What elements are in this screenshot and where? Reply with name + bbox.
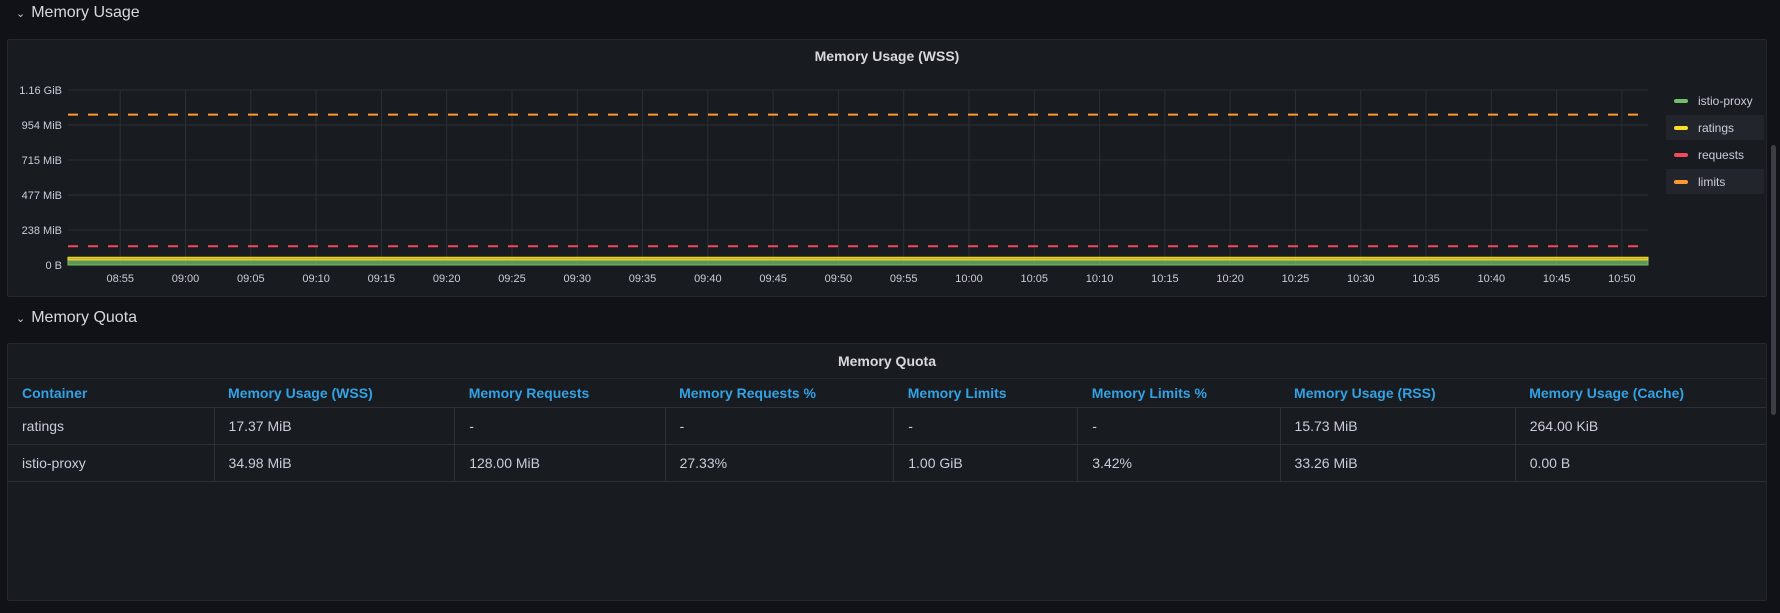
legend-item-istio-proxy[interactable]: istio-proxy: [1666, 88, 1764, 113]
x-tick-label: 10:15: [1151, 273, 1179, 285]
row-title: Memory Usage: [31, 4, 140, 21]
legend-item-ratings[interactable]: ratings: [1666, 115, 1764, 140]
x-tick-label: 09:30: [563, 273, 591, 285]
series-area-ratings: [67, 256, 1649, 261]
row-title: Memory Quota: [31, 309, 138, 326]
table-cell: 3.42%: [1077, 444, 1281, 482]
table-row: ratings 17.37 MiB - - - -15.73 MiB 264.00 KiB: [8, 407, 1766, 445]
table-cell: 15.73 MiB: [1280, 407, 1516, 445]
panel-title[interactable]: Memory Quota: [8, 353, 1766, 369]
table-cell: istio-proxy: [8, 444, 215, 482]
column-header[interactable]: Memory Requests %: [665, 378, 894, 408]
table-cell: 33.26 MiB: [1280, 444, 1516, 482]
table-cell: 128.00 MiB: [454, 444, 666, 482]
column-header[interactable]: Memory Limits: [893, 378, 1078, 408]
table-header-row: Container Memory Usage (WSS) Memory Reques…: [8, 378, 1766, 408]
legend-label: istio-proxy: [1698, 93, 1753, 108]
column-header[interactable]: Container: [8, 378, 215, 408]
x-tick-label: 10:35: [1412, 273, 1440, 285]
table-cell: -: [665, 407, 895, 445]
x-tick-label: 10:45: [1543, 273, 1571, 285]
x-tick-label: 09:15: [368, 273, 396, 285]
y-tick-label: 477 MiB: [22, 190, 62, 202]
column-header[interactable]: Memory Requests: [454, 378, 666, 408]
x-tick-label: 10:25: [1282, 273, 1310, 285]
x-tick-label: 09:10: [302, 273, 330, 285]
table-cell: 17.37 MiB: [214, 407, 456, 445]
column-header[interactable]: Memory Usage (RSS): [1280, 378, 1516, 408]
chart-legend: istio-proxy ratings requests limits: [1666, 88, 1764, 196]
page-scrollbar[interactable]: [1771, 145, 1776, 415]
legend-swatch: [1674, 152, 1688, 157]
x-tick-label: 10:30: [1347, 273, 1375, 285]
x-tick-label: 10:00: [955, 273, 983, 285]
x-tick-label: 09:00: [172, 273, 200, 285]
table-cell: -: [893, 407, 1079, 445]
chevron-down-icon: ⌄: [16, 7, 26, 20]
series-area-istio-proxy: [67, 259, 1649, 266]
x-tick-label: 09:25: [498, 273, 526, 285]
table-cell: 34.98 MiB: [214, 444, 456, 482]
legend-swatch: [1674, 98, 1688, 103]
y-tick-label: 954 MiB: [22, 120, 62, 132]
table-cell: ratings: [8, 407, 215, 445]
x-tick-label: 10:05: [1021, 273, 1049, 285]
memory-usage-wss-panel: Memory Usage (WSS) 0 B 238 MiB 477 MiB 715 …: [7, 39, 1767, 297]
legend-label: requests: [1698, 147, 1745, 162]
x-tick-label: 10:50: [1608, 273, 1636, 285]
x-tick-label: 10:10: [1086, 273, 1114, 285]
legend-item-requests[interactable]: requests: [1666, 142, 1764, 167]
column-header[interactable]: Memory Usage (WSS): [214, 378, 455, 408]
table-cell: 264.00 KiB: [1515, 407, 1766, 445]
x-tick-label: 09:40: [694, 273, 722, 285]
legend-swatch: [1674, 125, 1688, 130]
column-header[interactable]: Memory Limits %: [1077, 378, 1281, 408]
table-cell: 0.00 B: [1515, 444, 1766, 482]
x-tick-label: 10:20: [1216, 273, 1244, 285]
x-tick-label: 09:05: [237, 273, 265, 285]
legend-label: ratings: [1698, 120, 1735, 135]
memory-quota-table: Container Memory Usage (WSS) Memory Reques…: [8, 378, 1766, 482]
x-tick-label: 09:35: [629, 273, 657, 285]
memory-quota-panel: Memory Quota Container Memory Usage (WSS)…: [7, 343, 1767, 601]
legend-label: limits: [1698, 174, 1726, 189]
x-tick-label: 09:55: [890, 273, 918, 285]
y-tick-label: 715 MiB: [22, 155, 62, 167]
chevron-down-icon: ⌄: [16, 312, 26, 325]
wss-chart[interactable]: 0 B 238 MiB 477 MiB 715 MiB 954 MiB 1.16 GiB 0…: [8, 40, 1658, 298]
x-tick-label: 09:50: [825, 273, 853, 285]
y-tick-label: 238 MiB: [22, 225, 62, 237]
table-cell: -: [1077, 407, 1281, 445]
x-tick-label: 10:40: [1478, 273, 1506, 285]
y-tick-label: 0 B: [45, 260, 62, 272]
column-header[interactable]: Memory Usage (Cache): [1515, 378, 1766, 408]
y-tick-label: 1.16 GiB: [19, 85, 62, 97]
table-cell: -: [454, 407, 666, 445]
x-tick-label: 08:55: [106, 273, 134, 285]
x-tick-label: 09:20: [433, 273, 461, 285]
row-header-memory-quota[interactable]: ⌄ Memory Quota: [16, 309, 137, 327]
legend-item-limits[interactable]: limits: [1666, 169, 1764, 194]
table-cell: 1.00 GiB: [893, 444, 1079, 482]
row-header-memory-usage[interactable]: ⌄ Memory Usage: [16, 4, 140, 22]
table-cell: 27.33%: [665, 444, 895, 482]
x-tick-label: 09:45: [759, 273, 787, 285]
table-row: istio-proxy 34.98 MiB 128.00 MiB 27.33% 1.00…: [8, 444, 1766, 482]
legend-swatch: [1674, 179, 1688, 184]
